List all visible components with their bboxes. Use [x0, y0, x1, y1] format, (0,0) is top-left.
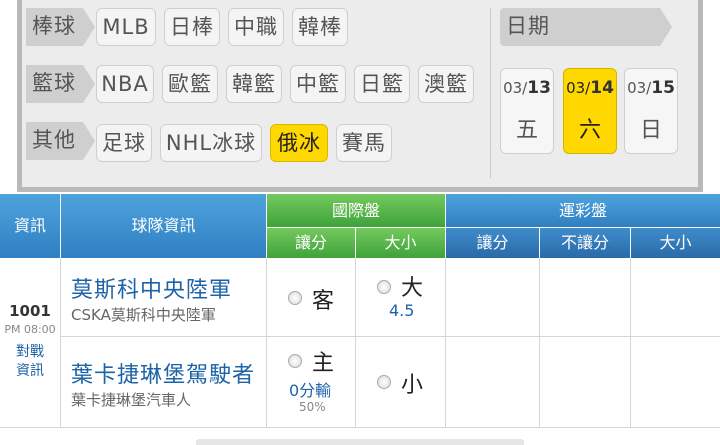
- col-header-intl-over-under: 大小: [356, 228, 445, 258]
- home-team-subname: 葉卡捷琳堡汽車人: [71, 391, 192, 409]
- over-radio[interactable]: [377, 280, 391, 294]
- match-time: PM 08:00: [4, 323, 56, 336]
- date-0314-weekday: 六: [578, 118, 601, 143]
- away-handicap-radio[interactable]: [288, 291, 302, 305]
- home-handicap-percent: 50%: [299, 400, 326, 414]
- home-handicap-line: 0分輸: [289, 381, 332, 400]
- under-label: 小: [401, 373, 424, 398]
- under-radio[interactable]: [377, 375, 391, 389]
- grid-line: [445, 258, 446, 428]
- away-side-label: 客: [312, 289, 335, 314]
- grid-line: [539, 258, 540, 428]
- date-0313-monthday: 03/13: [503, 78, 551, 98]
- over-label: 大: [401, 276, 424, 301]
- chip-nba[interactable]: NBA: [96, 65, 154, 103]
- filter-panel: 棒球 MLB 日棒 中職 韓棒 籃球 NBA 歐籃 韓籃 中籃 日籃 澳籃 其他…: [17, 0, 703, 192]
- date-0313-weekday: 五: [515, 118, 538, 143]
- grid-line: [60, 258, 61, 428]
- panel-divider: [490, 8, 491, 178]
- home-team-name[interactable]: 葉卡捷琳堡駕駛者: [71, 357, 255, 389]
- chip-horse-racing[interactable]: 賽馬: [336, 124, 392, 162]
- date-0313[interactable]: 03/13 五: [500, 68, 554, 154]
- date-0314-monthday: 03/14: [566, 78, 614, 98]
- col-header-lottery-handicap: 讓分: [446, 228, 539, 258]
- category-label-other: 其他: [26, 122, 95, 160]
- match-info-link-line2: 資訊: [16, 363, 44, 379]
- away-team-subname: CSKA莫斯科中央陸軍: [71, 306, 216, 324]
- col-header-sports-lottery: 運彩盤: [446, 194, 720, 227]
- grid-line: [630, 258, 631, 428]
- scroll-hint-bar: [196, 439, 524, 445]
- col-header-info: 資訊: [0, 194, 60, 258]
- match-info-link[interactable]: 對戰 資訊: [0, 343, 60, 381]
- match-number: 1001: [9, 302, 51, 320]
- chip-nhl-hockey[interactable]: NHL冰球: [160, 124, 262, 162]
- chip-korea-basketball[interactable]: 韓籃: [226, 65, 282, 103]
- chip-mlb[interactable]: MLB: [96, 8, 156, 46]
- col-header-intl-handicap: 讓分: [267, 228, 355, 258]
- chip-japan-baseball[interactable]: 日棒: [164, 8, 220, 46]
- chip-cpbl[interactable]: 中職: [228, 8, 284, 46]
- date-0315-monthday: 03/15: [627, 78, 675, 98]
- home-handicap-radio[interactable]: [288, 354, 302, 368]
- grid-line: [61, 336, 720, 337]
- col-header-intl: 國際盤: [267, 194, 445, 227]
- chip-australia-basketball[interactable]: 澳籃: [418, 65, 474, 103]
- chip-euro-basketball[interactable]: 歐籃: [162, 65, 218, 103]
- col-header-lottery-no-handicap: 不讓分: [540, 228, 630, 258]
- col-header-team: 球隊資訊: [61, 194, 266, 258]
- date-label: 日期: [500, 8, 672, 46]
- category-label-baseball: 棒球: [26, 8, 95, 46]
- category-label-basketball: 籃球: [26, 65, 95, 103]
- grid-line: [266, 258, 267, 428]
- chip-soccer[interactable]: 足球: [96, 124, 152, 162]
- chip-japan-basketball[interactable]: 日籃: [354, 65, 410, 103]
- chip-russia-hockey[interactable]: 俄冰: [270, 124, 328, 162]
- date-0314[interactable]: 03/14 六: [563, 68, 617, 154]
- away-team-name[interactable]: 莫斯科中央陸軍: [71, 272, 232, 304]
- home-side-label: 主: [312, 351, 335, 376]
- grid-line: [0, 427, 720, 428]
- col-header-lottery-over-under: 大小: [631, 228, 720, 258]
- over-under-line: 4.5: [389, 301, 415, 320]
- date-0315-weekday: 日: [639, 118, 662, 143]
- grid-line: [355, 258, 356, 428]
- chip-china-basketball[interactable]: 中籃: [290, 65, 346, 103]
- match-info-link-line1: 對戰: [16, 344, 44, 360]
- date-0315[interactable]: 03/15 日: [624, 68, 678, 154]
- chip-korea-baseball[interactable]: 韓棒: [292, 8, 348, 46]
